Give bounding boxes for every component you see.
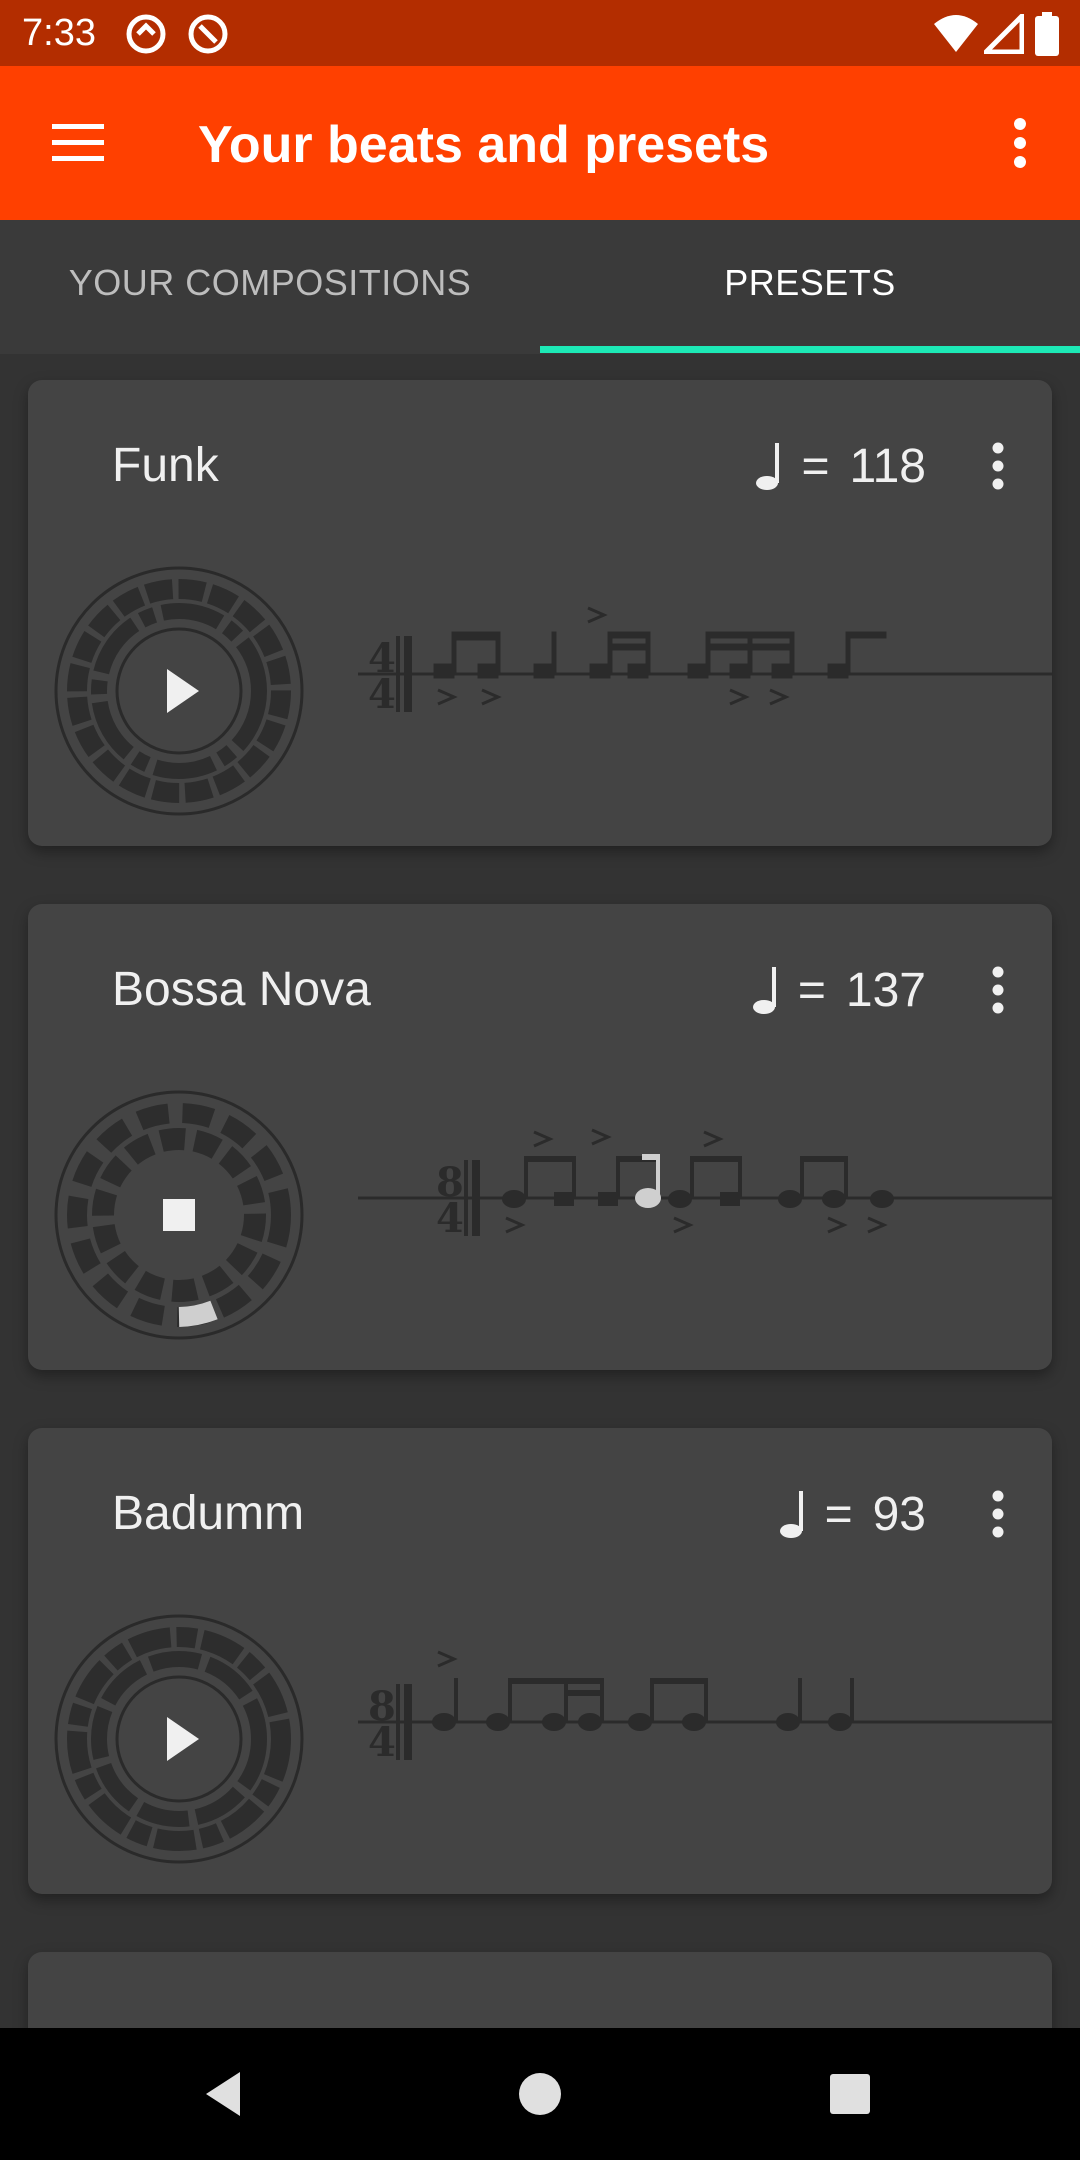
- tempo-indicator: = 118: [753, 438, 926, 494]
- hamburger-menu-icon[interactable]: [40, 112, 110, 172]
- app-bar: Your beats and presets: [0, 66, 1080, 220]
- app-notification-icon: [188, 14, 228, 54]
- tempo-value: 118: [849, 439, 926, 493]
- wifi-icon: [934, 15, 978, 52]
- rhythm-notation: 4 4: [358, 606, 1052, 718]
- quarter-note-icon: [756, 443, 780, 490]
- tempo-value: 93: [872, 1487, 926, 1541]
- tab-indicator: [540, 346, 1080, 353]
- home-icon[interactable]: [510, 2064, 570, 2124]
- preset-card-badumm[interactable]: Badumm = 93 8 4: [28, 1428, 1052, 1894]
- rhythm-notation: 8 4: [358, 1650, 1052, 1766]
- preset-card-funk[interactable]: Funk = 118 4 4: [28, 380, 1052, 846]
- recents-icon[interactable]: [820, 2064, 880, 2124]
- svg-text:4: 4: [368, 671, 396, 718]
- stop-icon[interactable]: [117, 1153, 241, 1277]
- tempo-equals: =: [797, 963, 826, 1017]
- quarter-note-icon: [752, 967, 776, 1014]
- app-notification-icon: [126, 14, 166, 54]
- preset-name: Badumm: [112, 1487, 305, 1540]
- tempo-equals: =: [824, 1487, 853, 1541]
- quarter-note-icon: [779, 1491, 803, 1538]
- cell-signal-icon: [984, 14, 1024, 54]
- tempo-indicator: = 137: [750, 962, 926, 1018]
- navigation-bar: [0, 2028, 1080, 2160]
- more-vert-icon[interactable]: [990, 106, 1050, 180]
- more-vert-icon[interactable]: [978, 1486, 1018, 1542]
- tempo-equals: =: [801, 439, 830, 493]
- play-icon[interactable]: [117, 1677, 241, 1801]
- preset-card-bossa-nova[interactable]: Bossa Nova = 137 8 4: [28, 904, 1052, 1370]
- tempo-value: 137: [845, 963, 926, 1017]
- preset-name: Funk: [112, 439, 219, 492]
- svg-text:4: 4: [436, 1195, 464, 1242]
- preset-name: Bossa Nova: [112, 963, 371, 1016]
- play-icon[interactable]: [117, 629, 241, 753]
- more-vert-icon[interactable]: [978, 962, 1018, 1018]
- svg-text:4: 4: [368, 1719, 396, 1766]
- status-bar: 7:33: [0, 0, 1080, 66]
- more-vert-icon[interactable]: [978, 438, 1018, 494]
- status-time: 7:33: [22, 12, 96, 54]
- tab-bar: YOUR COMPOSITIONS PRESETS: [0, 220, 1080, 354]
- tempo-indicator: = 93: [777, 1486, 926, 1542]
- rhythm-notation: 8 4: [358, 1128, 1052, 1242]
- tab-your-compositions[interactable]: YOUR COMPOSITIONS: [0, 220, 540, 354]
- back-icon[interactable]: [196, 2064, 256, 2124]
- battery-icon: [1035, 12, 1059, 56]
- page-title: Your beats and presets: [198, 116, 770, 174]
- tab-presets[interactable]: PRESETS: [540, 220, 1080, 354]
